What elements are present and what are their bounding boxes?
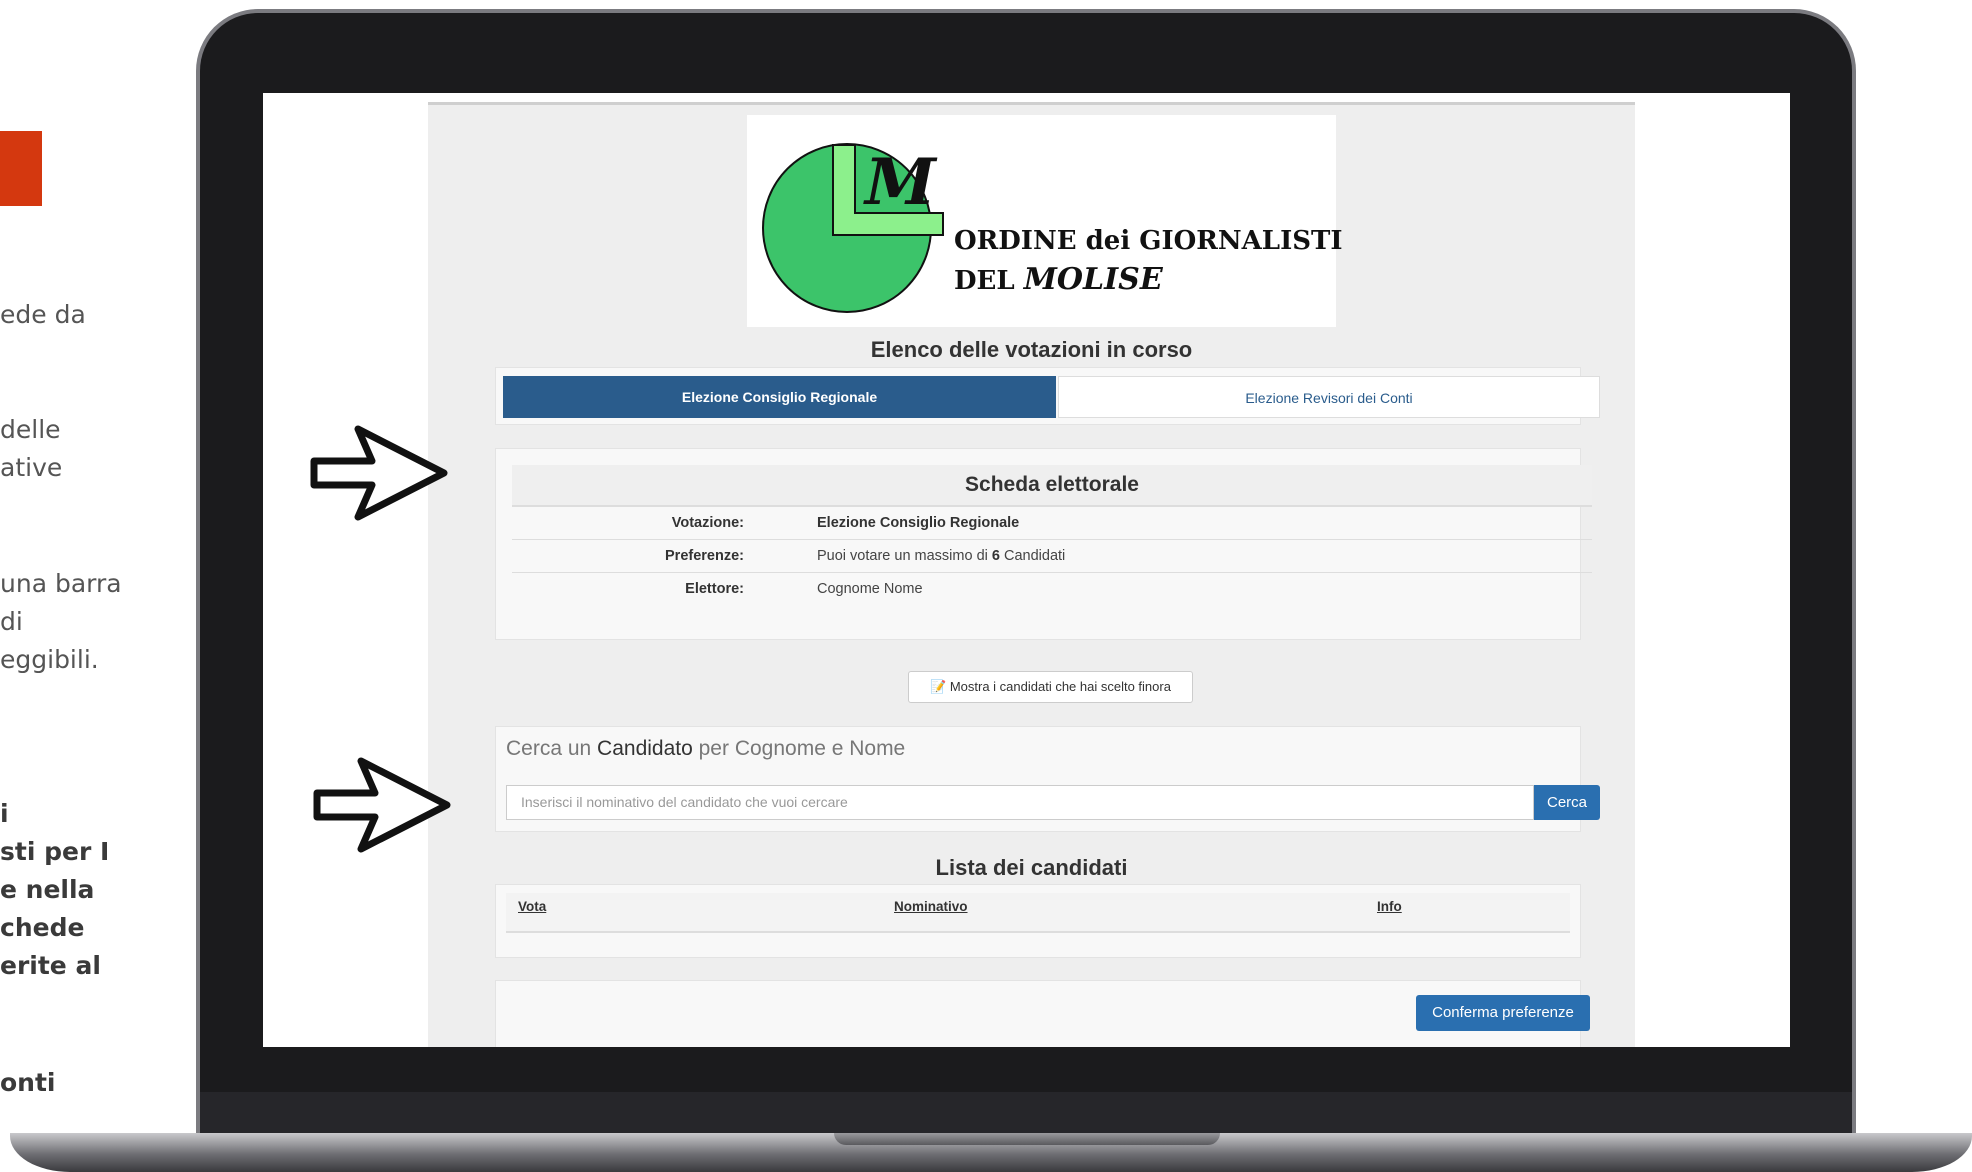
side-line: erite al <box>0 951 101 980</box>
candidate-search-input[interactable]: Inserisci il nominativo del candidato ch… <box>506 785 1534 820</box>
side-line: chede <box>0 913 85 942</box>
confirm-panel: Conferma preferenze <box>495 980 1590 1047</box>
preferenze-count: 6 <box>991 548 1000 564</box>
confirm-preferences-button[interactable]: Conferma preferenze <box>1416 995 1590 1031</box>
preferenze-prefix: Puoi votare un massimo di <box>817 548 992 564</box>
voting-app: M ORDINE dei GIORNALISTI DEL MOLISE Elen… <box>428 102 1635 1047</box>
side-paragraph-2: delle ative <box>0 411 62 487</box>
elettore-value: Cognome Nome <box>817 581 923 597</box>
side-line: di <box>0 607 23 636</box>
side-line: ede da <box>0 300 86 329</box>
arrow-pointer-icon <box>313 757 451 853</box>
candidate-list-panel: Vota Nominativo Info <box>495 884 1581 958</box>
ballot-row-elettore: Elettore: Cognome Nome <box>512 573 1592 605</box>
preferenze-label: Preferenze: <box>665 548 744 564</box>
votazioni-heading: Elenco delle votazioni in corso <box>870 337 1193 362</box>
search-title-bold: Candidato <box>597 737 693 760</box>
show-chosen-candidates-button[interactable]: 📝 Mostra i candidati che hai scelto fino… <box>908 671 1193 703</box>
search-title-prefix: Cerca un <box>506 737 598 760</box>
candidate-list-heading: Lista dei candidati <box>935 855 1128 880</box>
column-nominativo[interactable]: Nominativo <box>894 899 968 914</box>
side-line: ative <box>0 453 63 482</box>
logo-line2-italic: MOLISE <box>1023 262 1163 297</box>
side-paragraph-3: una barra di eggibili. <box>0 565 122 679</box>
orange-accent-block <box>0 131 42 206</box>
side-line: una barra <box>0 569 122 598</box>
column-info[interactable]: Info <box>1377 899 1402 914</box>
arrow-pointer-icon <box>310 425 448 521</box>
logo-letter: M <box>865 145 936 220</box>
search-title: Cerca un Candidato per Cognome e Nome <box>506 737 905 761</box>
votazione-value: Elezione Consiglio Regionale <box>817 515 1020 531</box>
side-line: eggibili. <box>0 645 99 674</box>
side-paragraph-4: i sti per I e nella chede erite al <box>0 795 109 985</box>
side-line: i <box>0 799 9 828</box>
side-line: delle <box>0 415 61 444</box>
search-button[interactable]: Cerca <box>1534 785 1600 820</box>
preferenze-suffix: Candidati <box>999 548 1066 564</box>
ballot-panel: Scheda elettorale Votazione: Elezione Co… <box>495 448 1592 640</box>
tab-revisori-conti[interactable]: Elezione Revisori dei Conti <box>1058 376 1600 418</box>
search-panel: Cerca un Candidato per Cognome e Nome In… <box>495 726 1600 832</box>
side-paragraph-1: ede da <box>0 296 86 334</box>
logo-title-line1: ORDINE dei GIORNALISTI <box>954 226 1343 256</box>
elettore-label: Elettore: <box>685 581 744 597</box>
ballot-title: Scheda elettorale <box>512 465 1592 507</box>
laptop-bezel <box>200 1092 1852 1136</box>
side-line: onti <box>0 1068 56 1097</box>
side-paragraph-5: onti <box>0 1064 56 1102</box>
votazione-label: Votazione: <box>671 515 744 531</box>
laptop-notch <box>834 1133 1220 1145</box>
search-title-suffix: per Cognome e Nome <box>692 737 906 760</box>
votazioni-tabs-panel: Elezione Consiglio Regionale Elezione Re… <box>495 367 1600 425</box>
preferenze-value: Puoi votare un massimo di 6 Candidati <box>817 540 1065 572</box>
ballot-row-votazione: Votazione: Elezione Consiglio Regionale <box>512 507 1592 540</box>
ballot-row-preferenze: Preferenze: Puoi votare un massimo di 6 … <box>512 540 1592 573</box>
laptop-screen: M ORDINE dei GIORNALISTI DEL MOLISE Elen… <box>263 93 1790 1047</box>
side-line: e nella <box>0 875 95 904</box>
order-logo: M ORDINE dei GIORNALISTI DEL MOLISE <box>747 115 1343 327</box>
side-line: sti per I <box>0 837 110 866</box>
logo-line2-prefix: DEL <box>954 266 1024 296</box>
tab-consiglio-regionale[interactable]: Elezione Consiglio Regionale <box>503 376 1056 418</box>
logo-title-line2: DEL MOLISE <box>954 262 1163 297</box>
candidate-table-header <box>506 893 1570 933</box>
column-vota[interactable]: Vota <box>518 899 546 914</box>
